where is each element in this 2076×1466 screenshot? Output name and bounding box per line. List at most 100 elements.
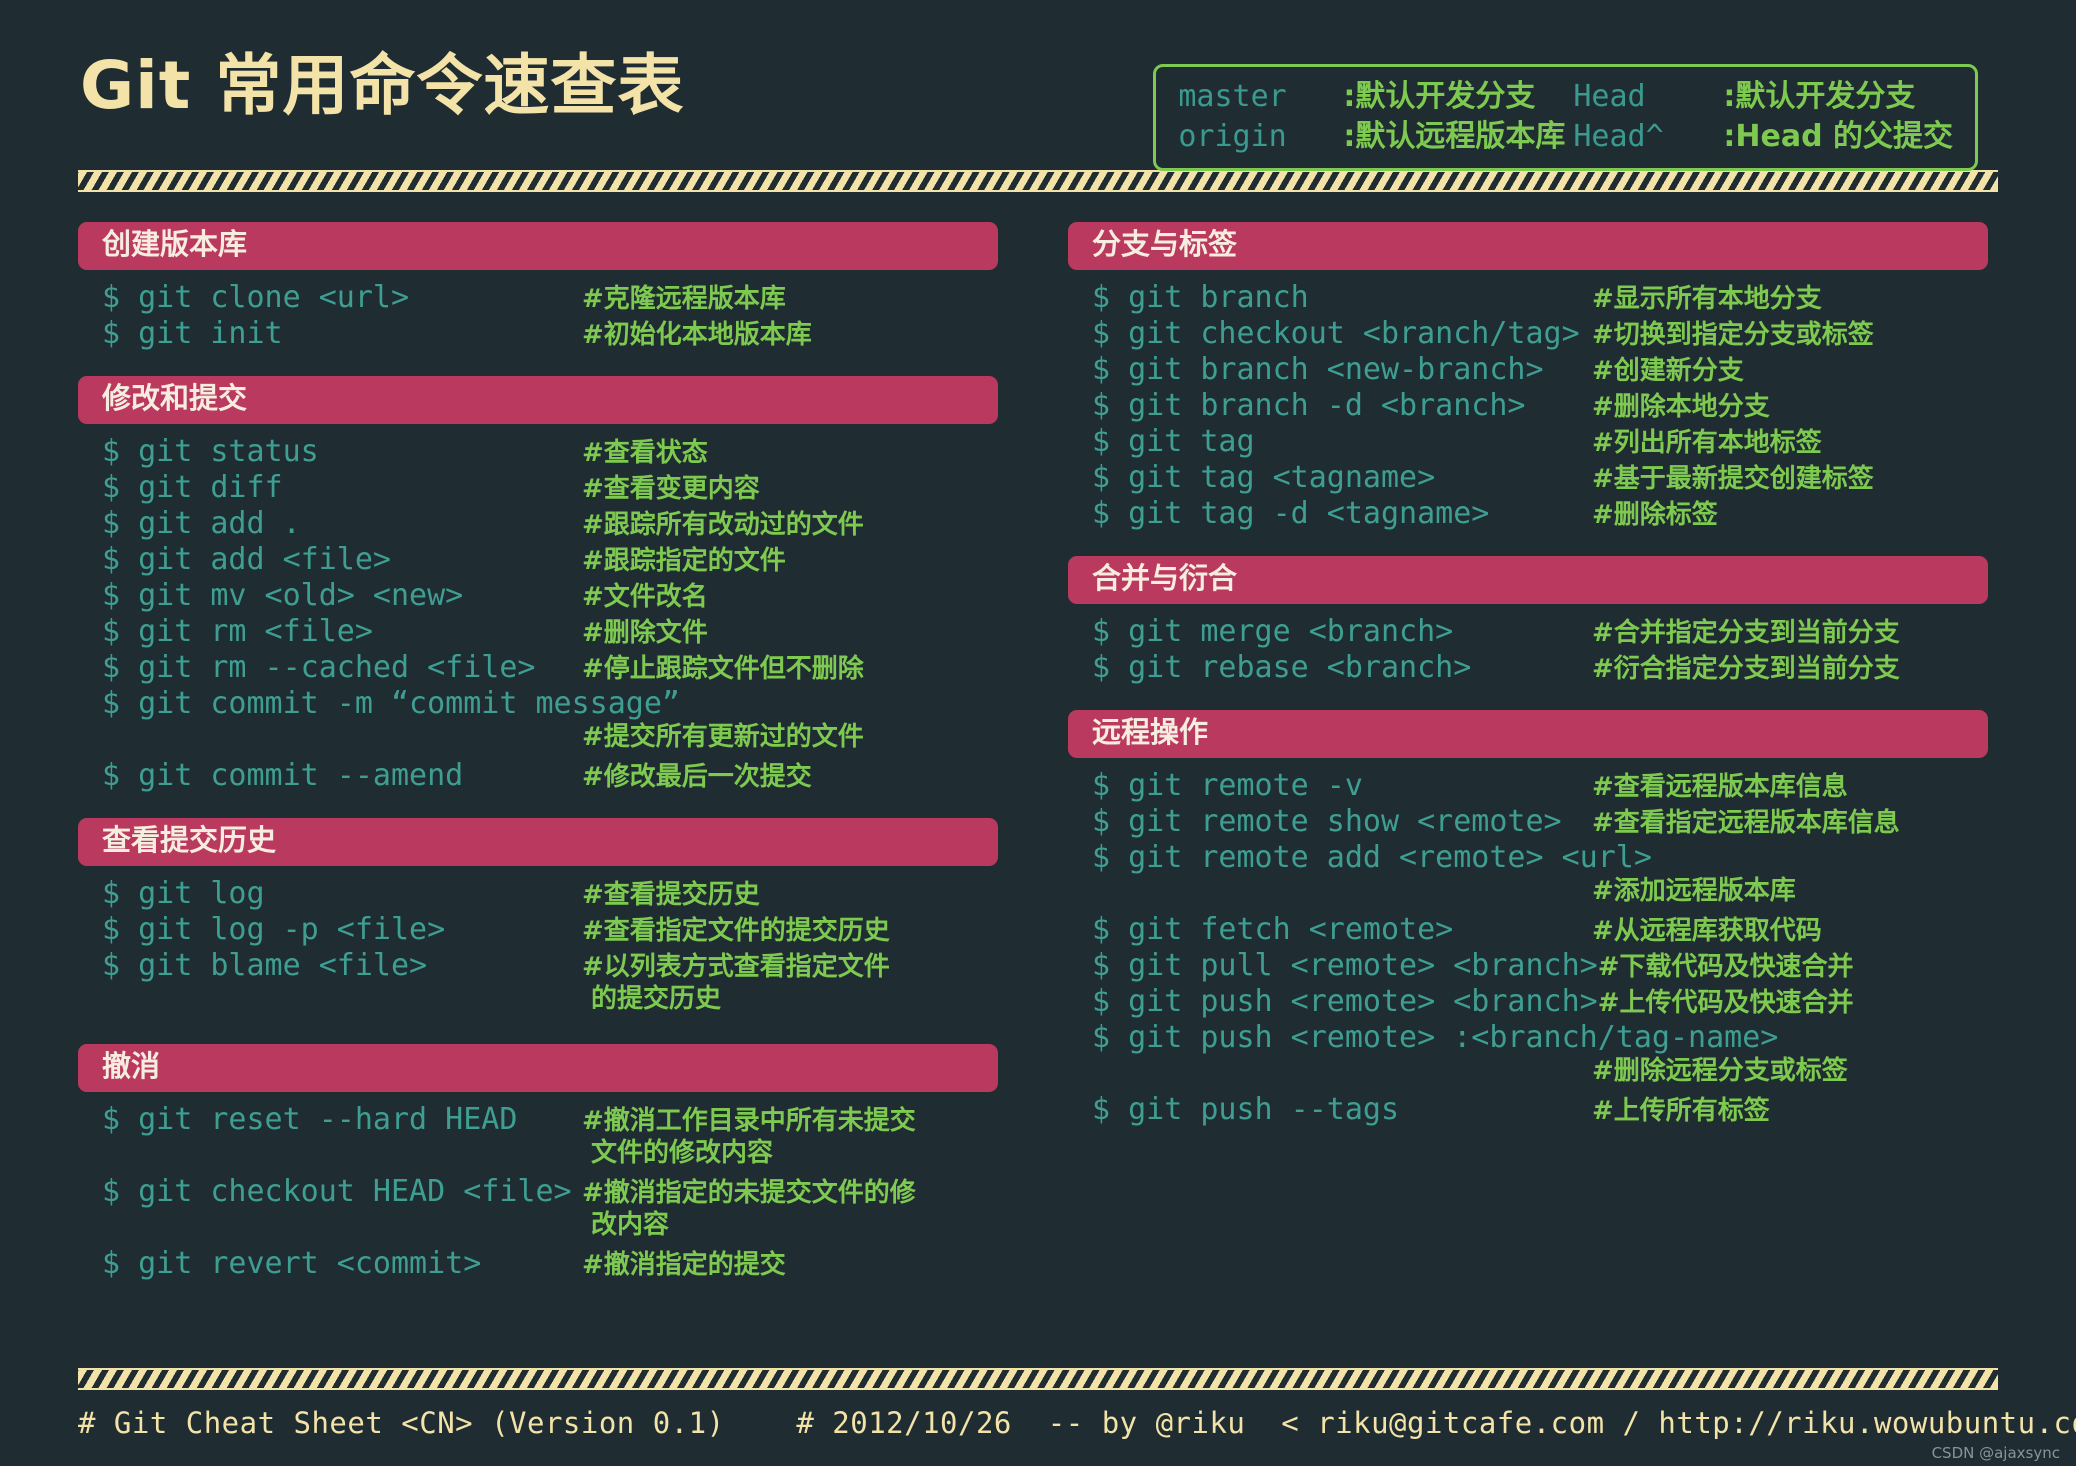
command-text: $ git remote add <remote> <url> [1092,839,1652,875]
command-row: $ git blame <file> #以列表方式查看指定文件 [102,948,982,984]
cheat-sheet-page: Git 常用命令速查表 master :默认开发分支 Head :默认开发分支 … [0,0,2076,1466]
command-note: #从远程库获取代码 [1592,915,1822,946]
section-title: 查看提交历史 [78,817,998,866]
command-row: $ git branch #显示所有本地分支 [1092,280,1972,316]
command-note: #合并指定分支到当前分支 [1592,617,1900,648]
command-row: $ git remote show <remote> #查看指定远程版本库信息 [1092,804,1972,840]
command-text: $ git reset --hard HEAD [102,1101,518,1137]
command-text: $ git remote show <remote> [1092,803,1562,839]
command-row: $ git push --tags #上传所有标签 [1092,1092,1972,1128]
command-note: #列出所有本地标签 [1592,427,1822,458]
command-note: #下载代码及快速合并 [1597,951,1854,982]
command-text: $ git clone <url> [102,279,410,315]
section-title: 创建版本库 [78,222,998,270]
legend-entry-origin: origin :默认远程版本库 [1178,117,1573,157]
command-text: $ git rm --cached <file> [102,649,536,685]
command-text: $ git tag [1092,423,1255,459]
command-list: $ git log #查看提交历史 $ git log -p <file> #查看指定… [78,876,998,1020]
command-list: $ git reset --hard HEAD #撤消工作目录中所有未提交 文件的… [78,1102,998,1282]
command-row: 的提交历史 [102,984,982,1020]
command-text: $ git checkout <branch/tag> [1092,315,1580,351]
legend-box: master :默认开发分支 Head :默认开发分支 origin :默认远程… [1153,64,1978,172]
command-text: $ git fetch <remote> [1092,911,1454,947]
command-note: #克隆远程版本库 [582,283,786,314]
command-text: $ git log [102,875,265,911]
command-note: #撤消工作目录中所有未提交 [582,1105,916,1136]
section: 撤消 $ git reset --hard HEAD #撤消工作目录中所有未提交 文… [78,1043,998,1282]
legend-term-master: master [1178,79,1287,114]
legend-entry-head: Head :默认开发分支 [1573,77,1915,117]
legend-row: origin :默认远程版本库 Head^ :Head 的父提交 [1178,117,1953,157]
command-text: $ git push <remote> <branch> [1092,983,1598,1019]
command-note: #撤消指定的提交 [582,1249,786,1280]
command-row: $ git init #初始化本地版本库 [102,316,982,352]
command-row: $ git add <file> #跟踪指定的文件 [102,542,982,578]
command-list: $ git remote -v #查看远程版本库信息 $ git remote sh… [1068,768,1988,1128]
command-row: $ git remote -v #查看远程版本库信息 [1092,768,1972,804]
command-text: $ git remote -v [1092,767,1363,803]
command-note: #修改最后一次提交 [582,761,812,792]
command-list: $ git status #查看状态 $ git diff #查看变更内容 $ git … [78,434,998,794]
command-note: #文件改名 [582,581,708,612]
command-row: $ git log #查看提交历史 [102,876,982,912]
command-text: $ git branch -d <branch> [1092,387,1526,423]
command-note: #跟踪指定的文件 [582,545,786,576]
command-list: $ git branch #显示所有本地分支 $ git checkout <bra… [1068,280,1988,532]
command-row: $ git diff #查看变更内容 [102,470,982,506]
section: 远程操作 $ git remote -v #查看远程版本库信息 $ git remot… [1068,709,1988,1128]
legend-desc-origin: :默认远程版本库 [1343,118,1566,154]
section: 合并与衍合 $ git merge <branch> #合并指定分支到当前分支 $ g… [1068,555,1988,686]
command-row: 改内容 [102,1210,982,1246]
command-note: #查看指定远程版本库信息 [1592,807,1900,838]
command-note: #跟踪所有改动过的文件 [582,509,864,540]
command-note: 改内容 [582,1209,670,1240]
section: 修改和提交 $ git status #查看状态 $ git diff #查看变更内容 $… [78,375,998,794]
legend-desc-master: :默认开发分支 [1343,79,1536,114]
command-row: $ git push <remote> <branch> #上传代码及快速合并 [1092,984,1972,1020]
command-note: #上传所有标签 [1592,1095,1770,1126]
command-row: $ git rm <file> #删除文件 [102,614,982,650]
command-note: #停止跟踪文件但不删除 [582,653,864,684]
command-note: #显示所有本地分支 [1592,283,1822,314]
command-row: $ git checkout <branch/tag> #切换到指定分支或标签 [1092,316,1972,352]
section: 查看提交历史 $ git log #查看提交历史 $ git log -p <file… [78,817,998,1020]
command-note: #查看远程版本库信息 [1592,771,1848,802]
command-row: $ git tag #列出所有本地标签 [1092,424,1972,460]
legend-desc-head: :默认开发分支 [1723,79,1916,114]
command-text: $ git rm <file> [102,613,373,649]
legend-entry-head-parent: Head^ :Head 的父提交 [1573,117,1953,157]
command-note: #切换到指定分支或标签 [1592,319,1874,350]
command-row: $ git merge <branch> #合并指定分支到当前分支 [1092,614,1972,650]
legend-term-origin: origin [1178,118,1287,154]
hazard-stripe-divider-top [78,170,1998,192]
command-note: #上传代码及快速合并 [1597,987,1854,1018]
command-row: $ git commit -m “commit message” [102,686,982,722]
command-row: $ git remote add <remote> <url> [1092,840,1972,876]
legend-entry-master: master :默认开发分支 [1178,77,1573,117]
command-note: #以列表方式查看指定文件 [582,951,890,982]
command-note: #基于最新提交创建标签 [1592,463,1874,494]
command-text: $ git tag <tagname> [1092,459,1436,495]
section-title: 远程操作 [1068,709,1988,758]
command-text: $ git push --tags [1092,1091,1400,1127]
command-text: $ git push <remote> :<branch/tag-name> [1092,1019,1779,1055]
legend-row: master :默认开发分支 Head :默认开发分支 [1178,77,1953,117]
section-title: 撤消 [78,1043,998,1092]
command-text: $ git merge <branch> [1092,613,1454,649]
command-row: $ git fetch <remote> #从远程库获取代码 [1092,912,1972,948]
command-row: $ git push <remote> :<branch/tag-name> [1092,1020,1972,1056]
command-note: #提交所有更新过的文件 [582,721,864,752]
command-note: #删除标签 [1592,499,1718,530]
command-row: $ git tag -d <tagname> #删除标签 [1092,496,1972,532]
command-list: $ git merge <branch> #合并指定分支到当前分支 $ git re… [1068,614,1988,686]
command-row: $ git rebase <branch> #衍合指定分支到当前分支 [1092,650,1972,686]
section: 创建版本库 $ git clone <url> #克隆远程版本库 $ git init… [78,222,998,352]
command-note: #删除文件 [582,617,708,648]
right-column: 分支与标签 $ git branch #显示所有本地分支 $ git checkout… [1068,222,1988,1352]
page-title: Git 常用命令速查表 [80,47,685,124]
